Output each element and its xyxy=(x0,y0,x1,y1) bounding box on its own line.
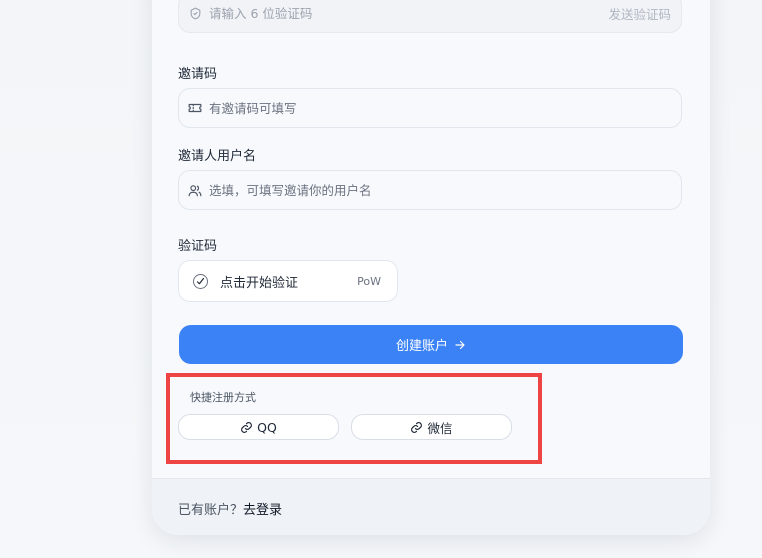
check-circle-icon xyxy=(193,273,208,289)
wechat-register-button[interactable]: 微信 xyxy=(351,414,512,440)
register-card: 发送验证码 邀请码 邀请人用户名 验证码 点击开始验证 PoW 创建账户 快捷注… xyxy=(152,0,710,535)
qq-register-button[interactable]: QQ xyxy=(178,414,339,440)
wechat-register-label: 微信 xyxy=(427,420,453,436)
invite-code-field[interactable] xyxy=(178,88,682,128)
inviter-input[interactable] xyxy=(209,171,681,209)
link-icon xyxy=(240,421,253,434)
quick-register-title: 快捷注册方式 xyxy=(190,391,256,404)
verify-code-field[interactable]: 发送验证码 xyxy=(178,0,682,33)
create-account-label: 创建账户 xyxy=(395,339,448,354)
shield-icon xyxy=(188,6,202,20)
captcha-text: 点击开始验证 xyxy=(220,275,299,291)
arrow-right-icon xyxy=(454,339,466,351)
send-code-button[interactable]: 发送验证码 xyxy=(608,4,671,23)
invite-code-input[interactable] xyxy=(209,89,681,127)
login-prompt-text: 已有账户？ xyxy=(178,503,244,518)
inviter-label: 邀请人用户名 xyxy=(178,149,257,164)
login-prompt: 已有账户？去登录 xyxy=(178,499,282,518)
captcha-widget[interactable]: 点击开始验证 PoW xyxy=(178,260,398,302)
ticket-icon xyxy=(188,101,202,115)
invite-code-label: 邀请码 xyxy=(178,67,218,82)
users-icon xyxy=(188,183,202,197)
create-account-button[interactable]: 创建账户 xyxy=(179,325,683,364)
login-link[interactable]: 去登录 xyxy=(243,503,282,518)
captcha-label: 验证码 xyxy=(178,239,218,254)
qq-register-label: QQ xyxy=(257,419,277,435)
card-footer: 已有账户？去登录 xyxy=(152,478,710,535)
captcha-badge: PoW xyxy=(357,274,381,288)
inviter-field[interactable] xyxy=(178,170,682,210)
link-icon xyxy=(410,421,423,434)
